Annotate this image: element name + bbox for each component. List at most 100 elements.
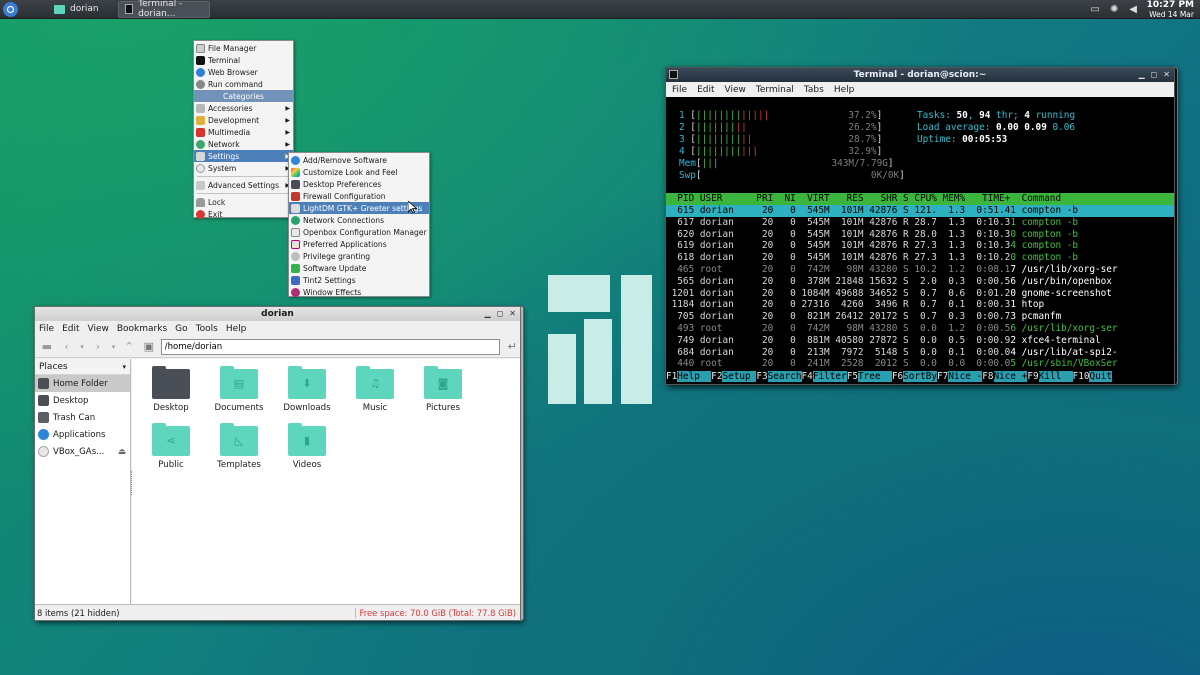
process-row[interactable]: 705 dorian 20 0 821M 26412 20172 S 0.7 0…: [666, 311, 1061, 323]
folder-item-downloads[interactable]: ⬇ Downloads: [272, 366, 342, 413]
places-dropdown[interactable]: Places ▾: [35, 359, 130, 375]
taskbar-task-terminal[interactable]: Terminal - dorian...: [118, 0, 210, 19]
process-row[interactable]: 684 dorian 20 0 213M 7972 5148 S 0.0 0.1…: [666, 347, 1117, 359]
menu-item-accessories[interactable]: Accessories ▶: [194, 102, 293, 114]
function-key-label[interactable]: Setup: [722, 371, 757, 382]
sidebar-item-home[interactable]: Home Folder: [35, 375, 130, 392]
forward-icon[interactable]: ›: [90, 339, 106, 355]
menu-item-network-connections[interactable]: Network Connections: [289, 214, 429, 226]
menu-item-window-effects[interactable]: Window Effects: [289, 286, 429, 298]
menu-item-settings[interactable]: Settings▶: [194, 150, 293, 162]
minimize-icon[interactable]: ▁: [1139, 70, 1145, 80]
menu-item-openbox-config[interactable]: Openbox Configuration Manager: [289, 226, 429, 238]
menu-view[interactable]: View: [725, 85, 746, 95]
eject-icon[interactable]: ⏏: [118, 447, 126, 457]
menu-help[interactable]: Help: [226, 324, 247, 334]
close-icon[interactable]: ✕: [1163, 70, 1170, 80]
function-key[interactable]: F2: [711, 371, 722, 382]
menu-help[interactable]: Help: [834, 85, 855, 95]
menu-item-tint2-settings[interactable]: Tint2 Settings: [289, 274, 429, 286]
menu-item-advanced-settings[interactable]: Advanced Settings▶: [194, 179, 293, 191]
function-key[interactable]: F9: [1027, 371, 1038, 382]
brightness-icon[interactable]: ✺: [1109, 4, 1120, 15]
menu-item-file-manager[interactable]: File Manager: [194, 42, 293, 54]
up-icon[interactable]: ⌃: [121, 339, 137, 355]
process-row[interactable]: 440 root 20 0 241M 2528 2012 S 0.0 0.0 0…: [666, 358, 1117, 370]
function-key-label[interactable]: Kill: [1038, 371, 1073, 382]
menu-tabs[interactable]: Tabs: [804, 85, 824, 95]
process-row[interactable]: 1184 dorian 20 0 27316 4260 3496 R 0.7 0…: [666, 299, 1045, 311]
sidebar-item-trash[interactable]: Trash Can: [35, 409, 130, 426]
close-icon[interactable]: ✕: [509, 309, 516, 319]
app-menu-icon[interactable]: [3, 1, 18, 17]
process-row[interactable]: 1201 dorian 20 0 1084M 49688 34652 S 0.7…: [666, 288, 1112, 300]
menu-file[interactable]: File: [39, 324, 54, 334]
menu-item-system[interactable]: System▶: [194, 162, 293, 174]
folder-item-music[interactable]: ♫ Music: [340, 366, 410, 413]
function-key-label[interactable]: Nice -: [948, 371, 983, 382]
menu-item-add-remove-software[interactable]: Add/Remove Software: [289, 154, 429, 166]
menu-item-network[interactable]: Network ▶: [194, 138, 293, 150]
go-icon[interactable]: ↵: [504, 339, 520, 355]
menu-item-software-update[interactable]: Software Update: [289, 262, 429, 274]
minimize-icon[interactable]: ▁: [485, 309, 491, 319]
process-row[interactable]: 749 dorian 20 0 881M 40580 27872 S 0.0 0…: [666, 335, 1100, 347]
menu-item-exit[interactable]: Exit: [194, 208, 293, 220]
folder-item-pictures[interactable]: ◙ Pictures: [408, 366, 478, 413]
menu-go[interactable]: Go: [175, 324, 187, 334]
menu-edit[interactable]: Edit: [62, 324, 79, 334]
path-input[interactable]: [160, 338, 501, 355]
folder-item-public[interactable]: ⋖ Public: [136, 423, 206, 470]
function-key-label[interactable]: Quit: [1089, 371, 1113, 382]
folder-item-documents[interactable]: ▤ Documents: [204, 366, 274, 413]
process-row[interactable]: 617 dorian 20 0 545M 101M 42876 R 28.7 1…: [666, 217, 1078, 229]
menu-item-customize-look[interactable]: Customize Look and Feel: [289, 166, 429, 178]
clock[interactable]: 10:27 PM Wed 14 Mar: [1147, 0, 1194, 19]
menu-item-multimedia[interactable]: Multimedia ▶: [194, 126, 293, 138]
new-tab-icon[interactable]: ▬: [39, 339, 55, 355]
window-titlebar[interactable]: Terminal - dorian@scion:~ ▁ ◻ ✕: [666, 68, 1174, 82]
process-row[interactable]: 465 root 20 0 742M 98M 43280 S 10.2 1.2 …: [666, 264, 1117, 276]
menu-view[interactable]: View: [88, 324, 109, 334]
battery-icon[interactable]: ▭: [1090, 4, 1101, 15]
function-key[interactable]: F6: [892, 371, 903, 382]
home-icon[interactable]: ▣: [141, 339, 157, 355]
menu-terminal[interactable]: Terminal: [756, 85, 794, 95]
function-key-label[interactable]: Filter: [812, 371, 847, 382]
menu-file[interactable]: File: [672, 85, 687, 95]
menu-item-run-command[interactable]: Run command: [194, 78, 293, 90]
menu-item-terminal[interactable]: Terminal: [194, 54, 293, 66]
function-key-label[interactable]: Nice +: [993, 371, 1028, 382]
menu-item-lock[interactable]: Lock: [194, 196, 293, 208]
function-key[interactable]: F10: [1073, 371, 1090, 382]
process-row[interactable]: 615 dorian 20 0 545M 101M 42876 S 121. 1…: [666, 205, 1174, 217]
history-dropdown-icon[interactable]: ▾: [78, 339, 86, 355]
sidebar-item-vbox[interactable]: VBox_GAs... ⏏: [35, 443, 130, 460]
function-key[interactable]: F4: [802, 371, 813, 382]
process-row[interactable]: 620 dorian 20 0 545M 101M 42876 R 28.0 1…: [666, 229, 1078, 241]
folder-item-templates[interactable]: ◺ Templates: [204, 423, 274, 470]
menu-item-preferred-apps[interactable]: Preferred Applications: [289, 238, 429, 250]
function-key-label[interactable]: SortBy: [903, 371, 938, 382]
menu-item-web-browser[interactable]: Web Browser: [194, 66, 293, 78]
htop-output[interactable]: 1 [||||||||||||| 37.2%] 2 [||||||||| 26.…: [666, 97, 1174, 384]
history-dropdown-icon[interactable]: ▾: [110, 339, 118, 355]
sidebar-item-applications[interactable]: Applications: [35, 426, 130, 443]
menu-item-privilege-granting[interactable]: Privilege granting: [289, 250, 429, 262]
function-key[interactable]: F1: [666, 371, 677, 382]
sidebar-item-desktop[interactable]: Desktop: [35, 392, 130, 409]
function-key[interactable]: F8: [982, 371, 993, 382]
process-row[interactable]: 565 dorian 20 0 378M 21848 15632 S 2.0 0…: [666, 276, 1112, 288]
menu-item-development[interactable]: Development ▶: [194, 114, 293, 126]
maximize-icon[interactable]: ◻: [497, 309, 504, 319]
function-key[interactable]: F5: [847, 371, 858, 382]
window-titlebar[interactable]: dorian ▁ ◻ ✕: [35, 307, 520, 321]
process-row[interactable]: 619 dorian 20 0 545M 101M 42876 R 27.3 1…: [666, 240, 1078, 252]
taskbar-task-file-manager[interactable]: dorian: [48, 1, 114, 18]
function-key-label[interactable]: Search: [767, 371, 802, 382]
function-key[interactable]: F3: [756, 371, 767, 382]
function-key[interactable]: F7: [937, 371, 948, 382]
process-table-header[interactable]: PID USER PRI NI VIRT RES SHR S CPU% MEM%…: [666, 193, 1174, 205]
menu-tools[interactable]: Tools: [196, 324, 218, 334]
menu-bookmarks[interactable]: Bookmarks: [117, 324, 167, 334]
